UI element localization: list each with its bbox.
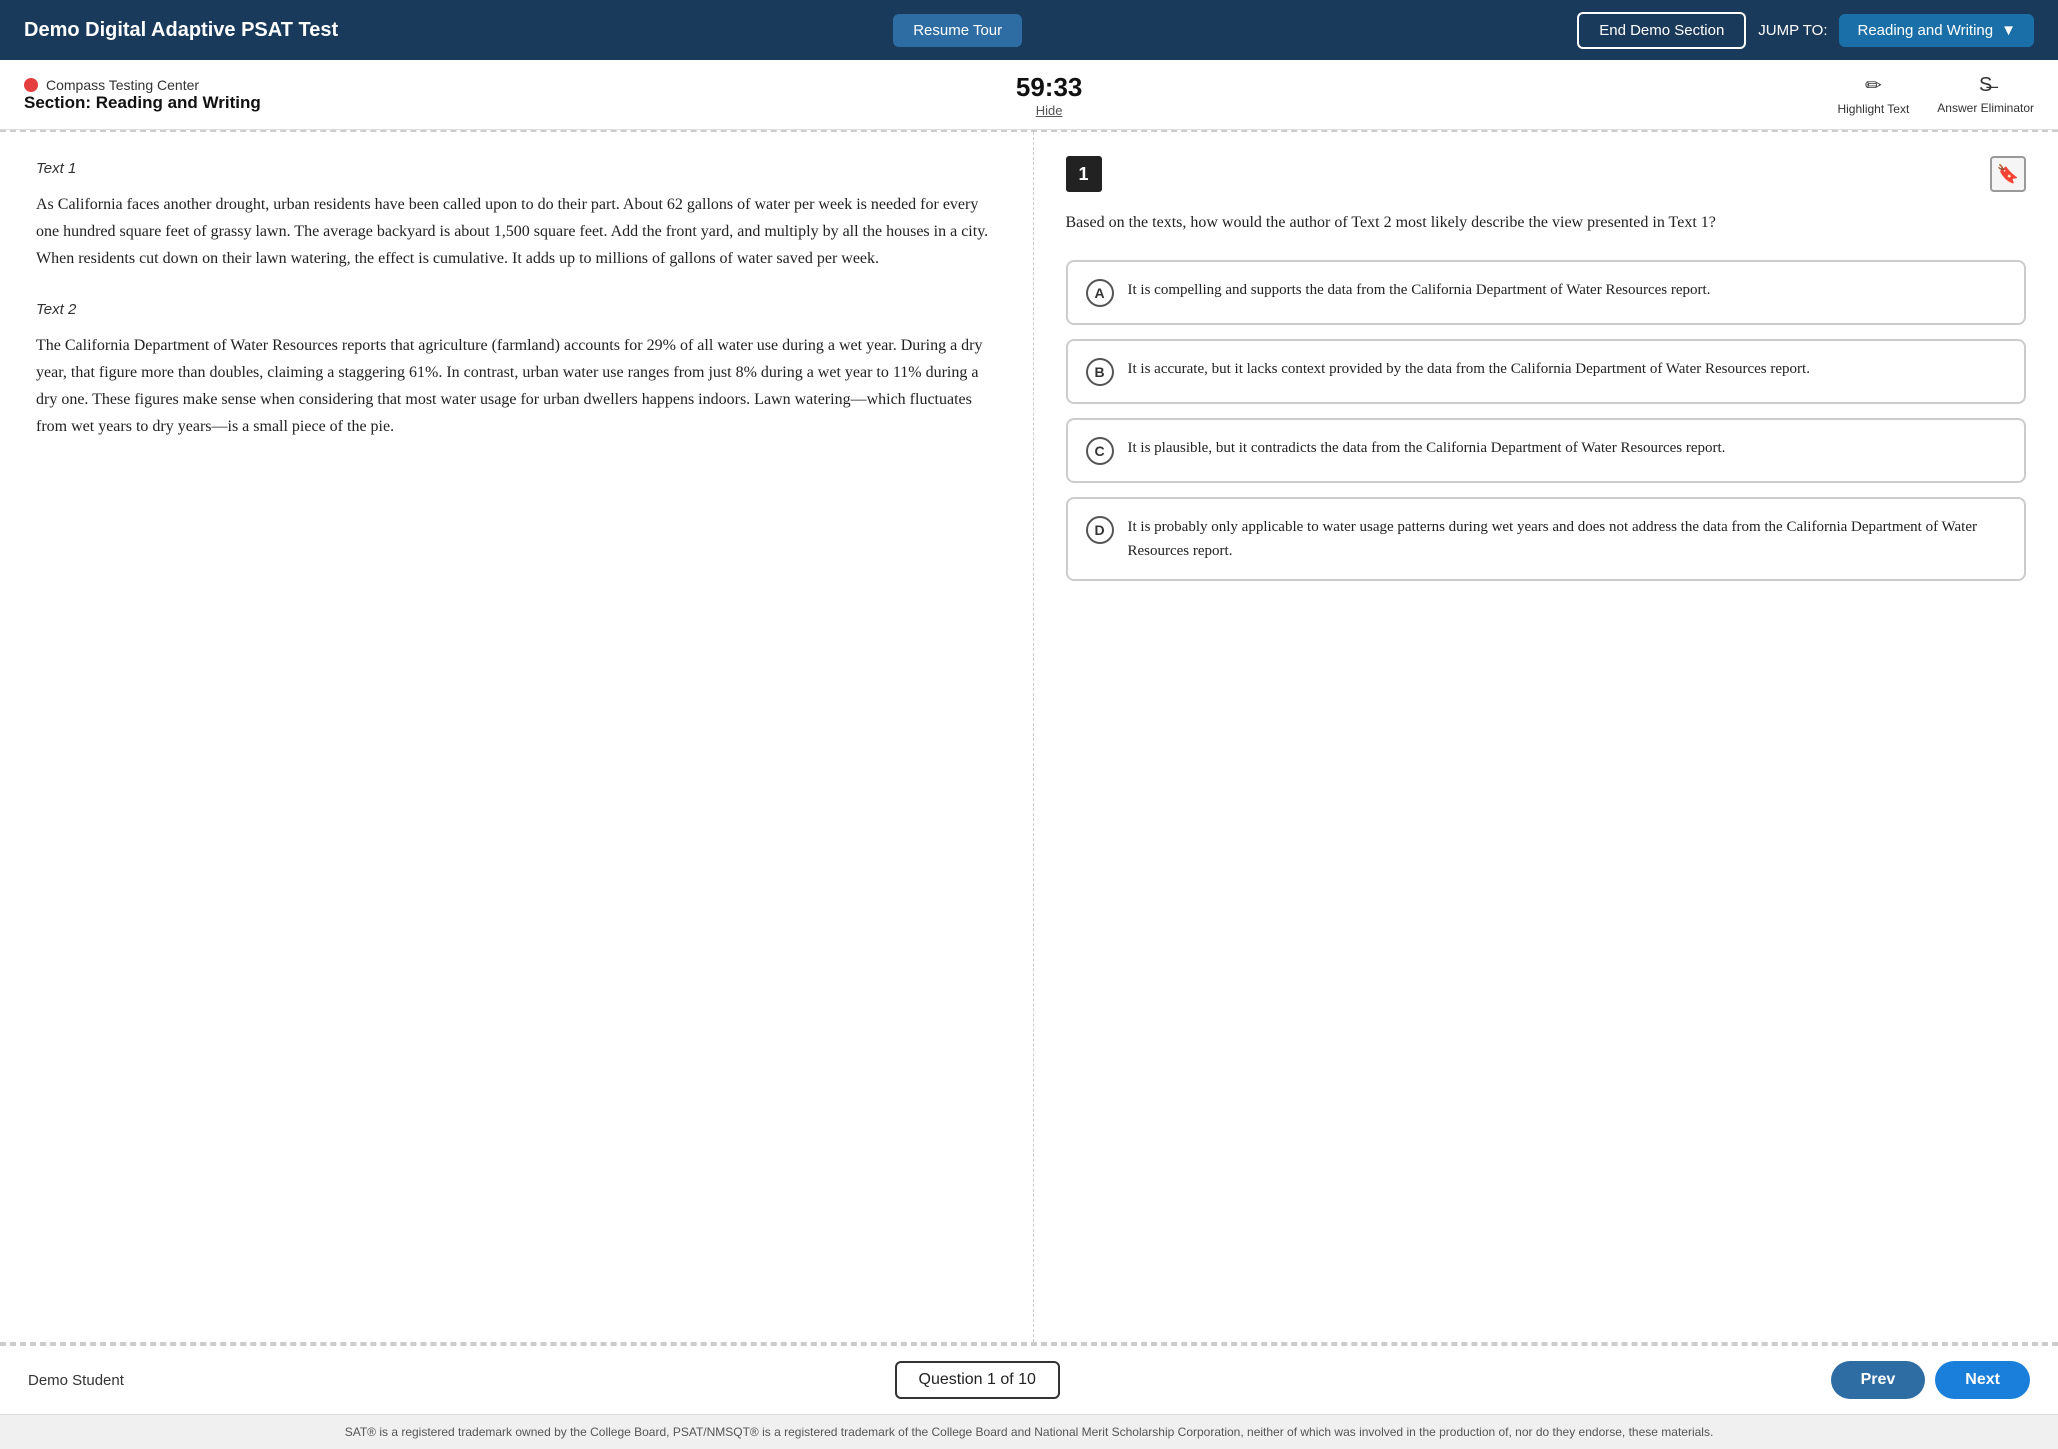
strikethrough-icon: S̶ xyxy=(1979,74,1992,97)
text2-label: Text 2 xyxy=(36,301,997,318)
choice-text-c: It is plausible, but it contradicts the … xyxy=(1128,436,1726,460)
choice-letter-b: B xyxy=(1086,358,1114,386)
choice-text-a: It is compelling and supports the data f… xyxy=(1128,278,1711,302)
main-content: Text 1 As California faces another droug… xyxy=(0,132,2058,1342)
choice-letter-d: D xyxy=(1086,516,1114,544)
question-header: 1 🔖 xyxy=(1066,156,2027,192)
timer-section: 59:33 Hide xyxy=(1016,72,1083,118)
text1-content: As California faces another drought, urb… xyxy=(36,191,997,273)
app-title: Demo Digital Adaptive PSAT Test xyxy=(24,19,338,42)
hide-timer-button[interactable]: Hide xyxy=(1016,103,1083,118)
next-button[interactable]: Next xyxy=(1935,1361,2030,1399)
right-panel: 1 🔖 Based on the texts, how would the au… xyxy=(1034,132,2058,1342)
prev-button[interactable]: Prev xyxy=(1831,1361,1926,1399)
toolbar-right: ✏ Highlight Text S̶ Answer Eliminator xyxy=(1837,73,2034,116)
left-panel: Text 1 As California faces another droug… xyxy=(0,132,1034,1342)
answer-eliminator-label: Answer Eliminator xyxy=(1937,101,2034,115)
footer-text: SAT® is a registered trademark owned by … xyxy=(345,1425,1714,1439)
highlight-text-label: Highlight Text xyxy=(1837,102,1909,116)
answer-choice-d[interactable]: D It is probably only applicable to wate… xyxy=(1066,497,2027,581)
top-nav-center: Resume Tour xyxy=(893,14,1022,47)
chevron-down-icon: ▼ xyxy=(2001,22,2016,39)
answer-choice-b[interactable]: B It is accurate, but it lacks context p… xyxy=(1066,339,2027,404)
footer: SAT® is a registered trademark owned by … xyxy=(0,1414,2058,1449)
top-navigation: Demo Digital Adaptive PSAT Test Resume T… xyxy=(0,0,2058,60)
student-name: Demo Student xyxy=(28,1372,124,1389)
question-prompt: Based on the texts, how would the author… xyxy=(1066,210,2027,236)
bottom-bar: Demo Student Question 1 of 10 Prev Next xyxy=(0,1344,2058,1414)
navigation-buttons: Prev Next xyxy=(1831,1361,2030,1399)
jump-to-value: Reading and Writing xyxy=(1857,22,1993,39)
bookmark-button[interactable]: 🔖 xyxy=(1990,156,2026,192)
answer-choices: A It is compelling and supports the data… xyxy=(1066,260,2027,581)
sub-header: Compass Testing Center Section: Reading … xyxy=(0,60,2058,130)
choice-letter-a: A xyxy=(1086,279,1114,307)
answer-choice-c[interactable]: C It is plausible, but it contradicts th… xyxy=(1066,418,2027,483)
bookmark-icon: 🔖 xyxy=(1997,164,2019,185)
text1-label: Text 1 xyxy=(36,160,997,177)
sub-header-left: Compass Testing Center Section: Reading … xyxy=(24,77,261,113)
question-counter: Question 1 of 10 xyxy=(895,1361,1060,1399)
end-demo-button[interactable]: End Demo Section xyxy=(1577,12,1746,49)
question-number-badge: 1 xyxy=(1066,156,1102,192)
choice-text-d: It is probably only applicable to water … xyxy=(1128,515,2007,563)
timer-display: 59:33 xyxy=(1016,72,1083,103)
pencil-icon: ✏ xyxy=(1865,73,1882,98)
jump-to-label: JUMP TO: xyxy=(1758,22,1827,39)
resume-tour-button[interactable]: Resume Tour xyxy=(893,14,1022,47)
choice-text-b: It is accurate, but it lacks context pro… xyxy=(1128,357,1810,381)
org-name: Compass Testing Center xyxy=(46,77,199,93)
top-nav-right: End Demo Section JUMP TO: Reading and Wr… xyxy=(1577,12,2034,49)
org-dot-icon xyxy=(24,78,38,92)
org-info: Compass Testing Center xyxy=(24,77,261,93)
highlight-text-button[interactable]: ✏ Highlight Text xyxy=(1837,73,1909,116)
answer-eliminator-button[interactable]: S̶ Answer Eliminator xyxy=(1937,74,2034,115)
section-label: Section: Reading and Writing xyxy=(24,93,261,113)
jump-to-dropdown[interactable]: Reading and Writing ▼ xyxy=(1839,14,2034,47)
text2-content: The California Department of Water Resou… xyxy=(36,332,997,441)
choice-letter-c: C xyxy=(1086,437,1114,465)
answer-choice-a[interactable]: A It is compelling and supports the data… xyxy=(1066,260,2027,325)
